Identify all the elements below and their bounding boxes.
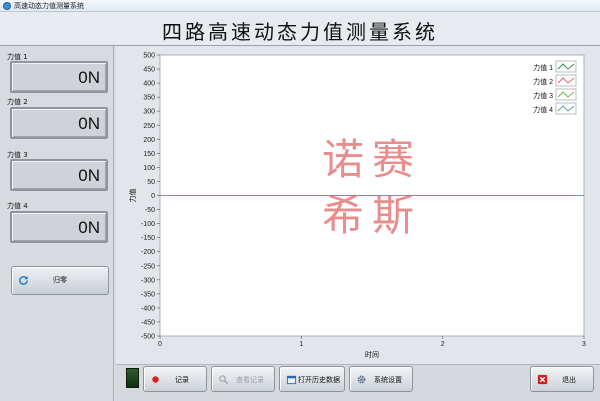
y-tick-label: -450	[141, 319, 155, 326]
status-indicator	[126, 368, 139, 388]
legend-label: 力值 4	[533, 105, 553, 114]
channel-2-label: 力值 2	[7, 98, 28, 106]
y-tick-label: -250	[141, 263, 155, 270]
channel-4-display: 0N	[10, 211, 108, 243]
channel-3-value: 0N	[78, 166, 100, 185]
view-records-button[interactable]: 查看记录	[211, 366, 275, 392]
y-tick-label: 100	[143, 165, 155, 172]
app-icon	[3, 2, 11, 10]
y-tick-label: 0	[151, 193, 155, 200]
channel-2-value: 0N	[78, 114, 100, 133]
window-title: 高速动态力值测量系统	[14, 2, 84, 10]
y-tick-label: 150	[143, 151, 155, 158]
y-tick-label: -350	[141, 291, 155, 298]
force-chart: 诺赛希斯500450400350300250200150100500-50-10…	[128, 53, 586, 360]
y-tick-label: -150	[141, 235, 155, 242]
x-axis-label: 时间	[365, 350, 379, 359]
record-button[interactable]: 记录	[143, 366, 207, 392]
x-tick-label: 3	[582, 341, 586, 348]
legend-label: 力值 2	[533, 77, 553, 86]
zero-button-label: 归零	[53, 276, 67, 284]
record-button-label: 记录	[175, 376, 189, 384]
legend-label: 力值 1	[533, 63, 553, 72]
y-tick-label: -200	[141, 249, 155, 256]
watermark-text: 诺赛	[322, 135, 422, 184]
x-tick-label: 1	[299, 341, 303, 348]
exit-button-label: 退出	[562, 376, 576, 384]
open-history-button[interactable]: 打开历史数据	[279, 366, 345, 392]
system-settings-button-label: 系统设置	[374, 376, 402, 384]
chart-panel: 诺赛 希斯 500 450 400 350 300 250 200 150 100 50 0 -50 -10…	[116, 46, 600, 364]
page-title: 四路高速动态力值测量系统	[162, 20, 438, 44]
channel-1-value: 0N	[78, 68, 100, 87]
channel-4-label: 力值 4	[7, 202, 28, 210]
window-titlebar: 高速动态力值测量系统	[0, 0, 600, 12]
channel-4-value: 0N	[78, 218, 100, 237]
legend-label: 力值 3	[533, 91, 553, 100]
y-tick-label: -400	[141, 305, 155, 312]
system-settings-button[interactable]: 系统设置	[349, 366, 413, 392]
y-tick-label: 200	[143, 137, 155, 144]
y-tick-label: 350	[143, 95, 155, 102]
y-tick-label: -300	[141, 277, 155, 284]
channel-1-display: 0N	[10, 61, 108, 93]
x-tick-label: 2	[441, 341, 445, 348]
zero-button[interactable]: 归零	[11, 266, 109, 295]
y-tick-label: -50	[145, 207, 155, 214]
y-tick-label: -500	[141, 334, 155, 341]
y-tick-label: 300	[143, 109, 155, 116]
channel-3-display: 0N	[10, 159, 108, 191]
y-axis-label: 力值	[128, 189, 137, 203]
x-tick-label: 0	[158, 341, 162, 348]
open-history-button-label: 打开历史数据	[298, 376, 340, 384]
y-tick-label: 400	[143, 81, 155, 88]
watermark-text: 希斯	[322, 191, 422, 240]
y-tick-label: 450	[143, 67, 155, 74]
y-tick-label: -100	[141, 221, 155, 228]
header: 四路高速动态力值测量系统	[0, 12, 600, 46]
y-tick-label: 50	[147, 179, 155, 186]
channel-2-display: 0N	[10, 107, 108, 139]
y-tick-label: 250	[143, 123, 155, 130]
view-records-button-label: 查看记录	[236, 376, 264, 384]
y-tick-label: 500	[143, 53, 155, 60]
exit-button[interactable]: 退出	[530, 366, 594, 392]
